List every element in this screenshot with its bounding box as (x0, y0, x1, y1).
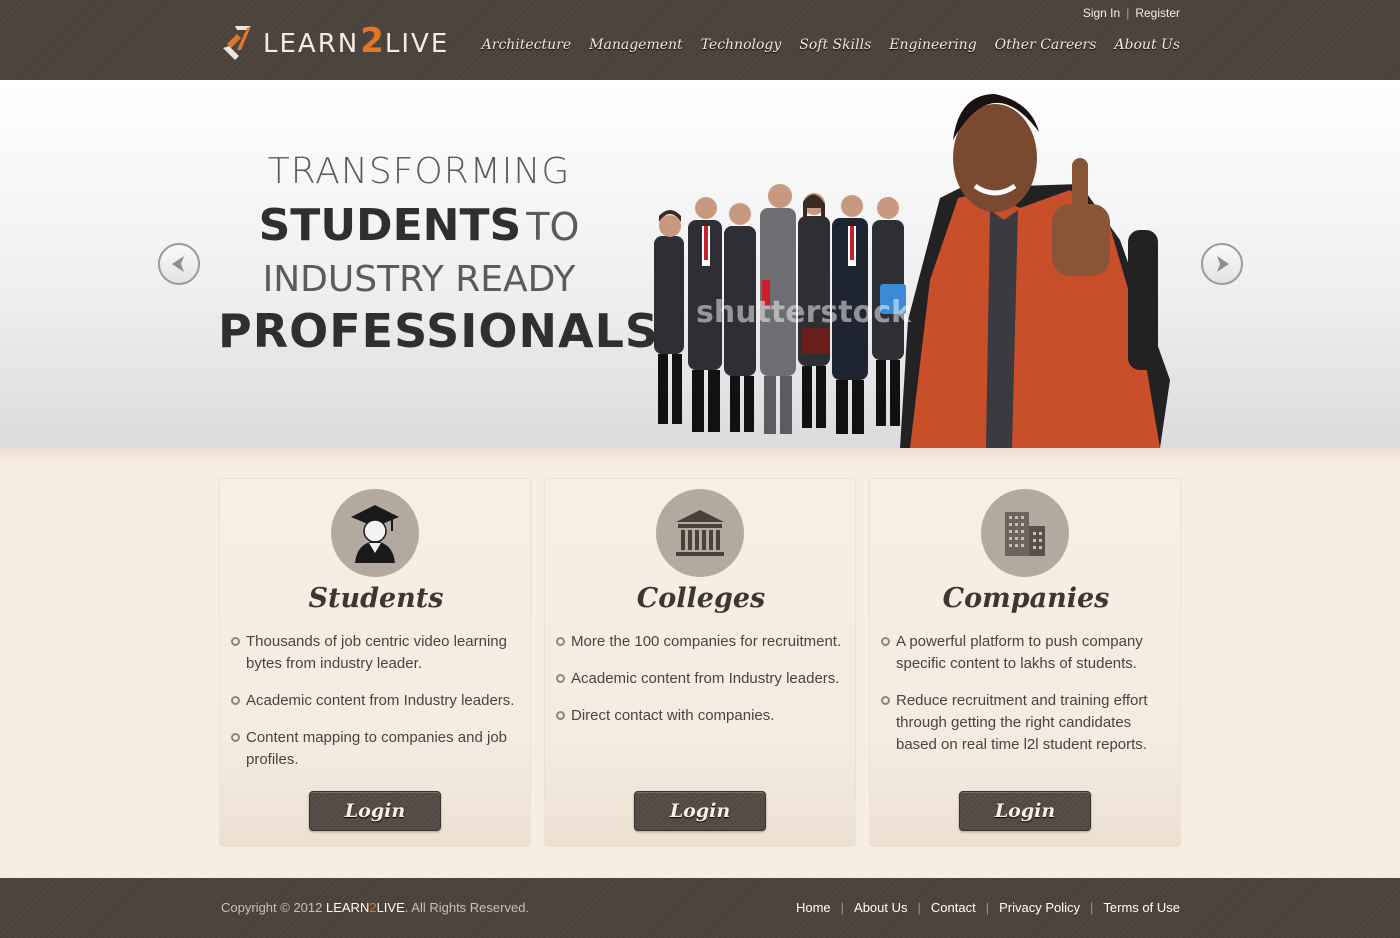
copyright-prefix: Copyright © 2012 (221, 900, 326, 915)
footer-brand: LEARN2LIVE (326, 900, 405, 915)
sign-in-link[interactable]: Sign In (1083, 6, 1120, 20)
topbar-separator: | (1126, 6, 1130, 20)
colleges-bullets: More the 100 companies for recruitment. … (555, 631, 849, 742)
site-logo[interactable]: LEARN 2 LIVE (221, 20, 449, 62)
nav-item-architecture[interactable]: Architecture (482, 37, 572, 53)
list-item: Thousands of job centric video learning … (230, 631, 524, 675)
site-header: LEARN 2 LIVE Sign In | Register Architectu… (0, 0, 1400, 80)
nav-item-other-careers[interactable]: Other Careers (995, 37, 1097, 53)
main-nav: Architecture Management Technology Soft … (482, 37, 1180, 53)
footer-link-contact[interactable]: Contact (931, 900, 976, 915)
headline-line-4: PROFESSIONALS (218, 304, 660, 358)
list-item-text: Academic content from Industry leaders. (571, 670, 840, 687)
footer-separator: | (917, 900, 921, 915)
students-icon-circle (331, 489, 419, 577)
students-login-button[interactable]: Login (309, 791, 441, 831)
companies-icon-circle (981, 489, 1069, 577)
arrow-right-icon (1217, 256, 1229, 272)
nav-item-technology[interactable]: Technology (701, 37, 782, 53)
arrow-left-icon (172, 256, 184, 272)
bullet-icon (556, 711, 565, 720)
bullet-icon (556, 637, 565, 646)
bullet-icon (556, 674, 565, 683)
college-building-icon (676, 510, 724, 556)
copyright-text: Copyright © 2012 LEARN2LIVE. All Rights … (221, 900, 529, 915)
footer-link-privacy-policy[interactable]: Privacy Policy (999, 900, 1080, 915)
headline-line-1: TRANSFORMING (267, 151, 571, 192)
graduate-icon (351, 505, 399, 563)
headline-to: TO (526, 205, 580, 249)
hero-divider (0, 448, 1400, 462)
bullet-icon (881, 696, 890, 705)
list-item: Direct contact with companies. (555, 705, 849, 727)
students-bullets: Thousands of job centric video learning … (230, 631, 524, 786)
logo-suffix: LIVE (384, 29, 450, 59)
slider-prev-button[interactable] (158, 243, 200, 285)
footer-brand-prefix: LEARN (325, 900, 370, 915)
headline-line-2: STUDENTS TO (218, 204, 620, 248)
nav-item-about-us[interactable]: About Us (1114, 37, 1180, 53)
list-item-text: More the 100 companies for recruitment. (571, 633, 842, 650)
bullet-icon (231, 637, 240, 646)
list-item-text: Thousands of job centric video learning … (246, 633, 507, 672)
students-title: Students (308, 583, 444, 614)
footer-separator: | (985, 900, 990, 915)
colleges-login-button[interactable]: Login (634, 791, 766, 831)
list-item: More the 100 companies for recruitment. (555, 631, 849, 653)
footer-link-home[interactable]: Home (796, 900, 831, 915)
list-item: A powerful platform to push company spec… (880, 631, 1174, 675)
account-links: Sign In | Register (1083, 6, 1180, 20)
list-item-text: Academic content from Industry leaders. (246, 692, 515, 709)
companies-title: Companies (942, 583, 1110, 614)
list-item-text: Content mapping to companies and job pro… (246, 729, 508, 768)
footer-link-terms-of-use[interactable]: Terms of Use (1103, 900, 1180, 915)
register-link[interactable]: Register (1135, 6, 1180, 20)
footer-brand-suffix: LIVE (376, 900, 405, 915)
footer-links: Home | About Us | Contact | Privacy Poli… (796, 900, 1180, 915)
companies-login-button[interactable]: Login (959, 791, 1091, 831)
bullet-icon (231, 696, 240, 705)
list-item-text: A powerful platform to push company spec… (896, 633, 1143, 672)
logo-prefix: LEARN (263, 29, 360, 59)
companies-bullets: A powerful platform to push company spec… (880, 631, 1174, 771)
logo-mark-icon (223, 26, 251, 60)
bullet-icon (231, 733, 240, 742)
logo-two: 2 (360, 21, 384, 61)
list-item-text: Direct contact with companies. (571, 707, 775, 724)
footer-brand-two: 2 (369, 900, 377, 915)
site-footer: Copyright © 2012 LEARN2LIVE. All Rights … (0, 878, 1400, 938)
footer-separator: | (1090, 900, 1094, 915)
hero-headline: TRANSFORMING STUDENTS TO INDUSTRY READY … (218, 151, 660, 358)
nav-item-management[interactable]: Management (589, 37, 683, 53)
footer-link-about-us[interactable]: About Us (854, 900, 907, 915)
hero-people-image: shutterstock (654, 94, 1170, 448)
colleges-icon-circle (656, 489, 744, 577)
list-item-text: Reduce recruitment and training effort t… (896, 692, 1148, 753)
list-item: Content mapping to companies and job pro… (230, 727, 524, 771)
hero-banner: TRANSFORMING STUDENTS TO INDUSTRY READY … (0, 80, 1400, 448)
colleges-card: Colleges More the 100 companies for recr… (544, 478, 856, 847)
students-card: Students Thousands of job centric video … (219, 478, 531, 847)
headline-line-3: INDUSTRY READY (262, 259, 576, 300)
headline-students: STUDENTS (258, 200, 522, 251)
bullet-icon (881, 637, 890, 646)
slider-next-button[interactable] (1201, 243, 1243, 285)
office-buildings-icon (1005, 512, 1045, 556)
companies-card: Companies A powerful platform to push co… (869, 478, 1181, 847)
student-thumbs-up-illustration (900, 94, 1170, 448)
colleges-title: Colleges (636, 583, 766, 614)
hero-watermark: shutterstock (696, 295, 912, 330)
list-item: Academic content from Industry leaders. (555, 668, 849, 690)
nav-item-soft-skills[interactable]: Soft Skills (799, 37, 871, 53)
copyright-suffix: . All Rights Reserved. (404, 900, 530, 915)
footer-separator: | (840, 900, 845, 915)
nav-item-engineering[interactable]: Engineering (889, 37, 976, 53)
list-item: Reduce recruitment and training effort t… (880, 690, 1174, 756)
list-item: Academic content from Industry leaders. (230, 690, 524, 712)
logo-wordmark: LEARN 2 LIVE (263, 21, 449, 61)
